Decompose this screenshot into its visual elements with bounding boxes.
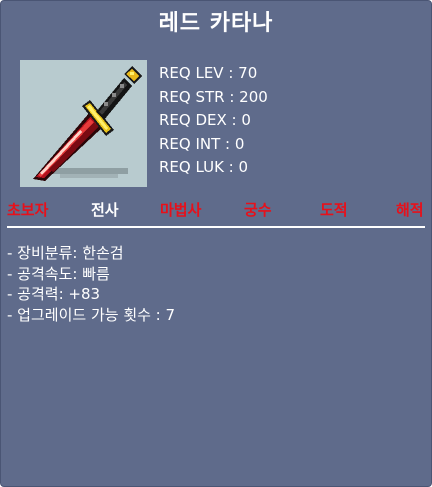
stats-list: - 장비분류: 한손검 - 공격속도: 빠름 - 공격력: +83 - 업그레이… [7, 243, 175, 325]
job-pirate: 해적 [396, 201, 424, 219]
item-name: 레드 카타나 [158, 11, 274, 36]
req-luk: REQ LUK : 0 [159, 158, 249, 176]
job-bowman: 궁수 [244, 201, 272, 219]
red-katana-sword-icon [33, 66, 142, 181]
item-tooltip: 레드 카타나 REQ LEV: 70 REQ STR: 200 REQ DE… [0, 0, 432, 487]
stat-attack-power: - 공격력: +83 [7, 285, 101, 303]
job-warrior: 전사 [91, 201, 119, 219]
job-beginner: 초보자 [7, 201, 49, 219]
stat-equipment-category: - 장비분류: 한손검 [7, 244, 124, 262]
req-int: REQ INT : 0 [159, 134, 245, 153]
divider [7, 226, 425, 228]
req-level: REQ LEV : 70 [159, 64, 258, 82]
stat-upgrade-slots: - 업그레이드 가능 횟수 : 7 [7, 305, 176, 324]
icon-shadow [50, 168, 128, 174]
job-magician: 마법사 [160, 201, 202, 219]
job-row: 초보자 전사 마법사 궁수 도적 해적 [1, 199, 431, 223]
req-str: REQ STR : 200 [159, 87, 268, 106]
req-dex: REQ DEX : 0 [159, 111, 251, 129]
requirements-list: REQ LEV : 70 REQ STR : 200 REQ DEX : 0 R… [159, 62, 268, 180]
job-thief: 도적 [320, 201, 348, 219]
item-icon-frame [20, 60, 147, 187]
stat-attack-speed: - 공격속도: 빠름 [7, 264, 110, 283]
